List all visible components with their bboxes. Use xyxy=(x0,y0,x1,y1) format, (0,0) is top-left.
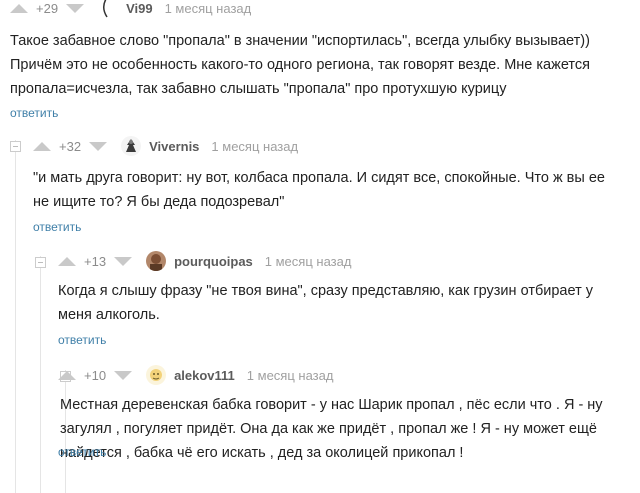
upvote-icon[interactable] xyxy=(58,370,76,380)
thread-line xyxy=(15,140,16,493)
comment-author[interactable]: Vivernis xyxy=(149,139,199,154)
downvote-icon[interactable] xyxy=(89,141,108,151)
reply-link[interactable]: ответить xyxy=(58,333,106,347)
comment-time[interactable]: 1 месяц назад xyxy=(165,1,252,16)
downvote-icon[interactable] xyxy=(114,370,133,380)
reply-link[interactable]: ответить xyxy=(33,220,81,234)
avatar[interactable] xyxy=(146,251,167,271)
comment-text: Такое забавное слово "пропала" в значени… xyxy=(10,33,590,97)
comment: +10 alekov111 1 месяц назад Местная дере… xyxy=(58,365,640,493)
collapse-toggle[interactable] xyxy=(35,257,46,268)
comment-text: Местная деревенская бабка говорит - у на… xyxy=(60,397,603,461)
comment: +29 Vi99 1 месяц назад Такое забавное сл… xyxy=(10,0,640,125)
comment: +13 pourquoipas 1 месяц назад Когда я сл… xyxy=(58,251,640,351)
reply-link[interactable]: ответить xyxy=(10,106,58,120)
avatar[interactable] xyxy=(146,365,167,385)
avatar[interactable] xyxy=(98,0,119,18)
comment-header: +29 Vi99 1 месяц назад xyxy=(10,0,251,18)
thread-line xyxy=(40,256,41,493)
collapse-toggle[interactable] xyxy=(10,141,21,152)
upvote-icon[interactable] xyxy=(58,256,76,266)
comment-rating: +10 xyxy=(84,367,107,383)
avatar[interactable] xyxy=(121,136,142,156)
comment-rating: +29 xyxy=(36,0,59,16)
upvote-icon[interactable] xyxy=(33,141,51,151)
comment-author[interactable]: alekov111 xyxy=(174,368,235,383)
reply-link[interactable]: ответить xyxy=(58,445,106,459)
comment-time[interactable]: 1 месяц назад xyxy=(265,254,352,269)
comment-header: +10 alekov111 1 месяц назад xyxy=(58,365,333,385)
comment-text: Когда я слышу фразу "не твоя вина", сраз… xyxy=(58,283,593,323)
comment-author[interactable]: Vi99 xyxy=(126,1,153,16)
downvote-icon[interactable] xyxy=(114,256,133,266)
comment-time[interactable]: 1 месяц назад xyxy=(247,368,334,383)
comment: +32 Vivernis 1 месяц назад "и мать друга… xyxy=(33,136,640,236)
comment-time[interactable]: 1 месяц назад xyxy=(211,139,298,154)
comment-author[interactable]: pourquoipas xyxy=(174,254,253,269)
comment-header: +13 pourquoipas 1 месяц назад xyxy=(58,251,351,271)
comment-rating: +13 xyxy=(84,253,107,269)
comment-text: "и мать друга говорит: ну вот, колбаса п… xyxy=(33,170,605,210)
downvote-icon[interactable] xyxy=(66,3,85,13)
comment-header: +32 Vivernis 1 месяц назад xyxy=(33,136,298,156)
upvote-icon[interactable] xyxy=(10,3,28,13)
comment-rating: +32 xyxy=(59,138,82,154)
